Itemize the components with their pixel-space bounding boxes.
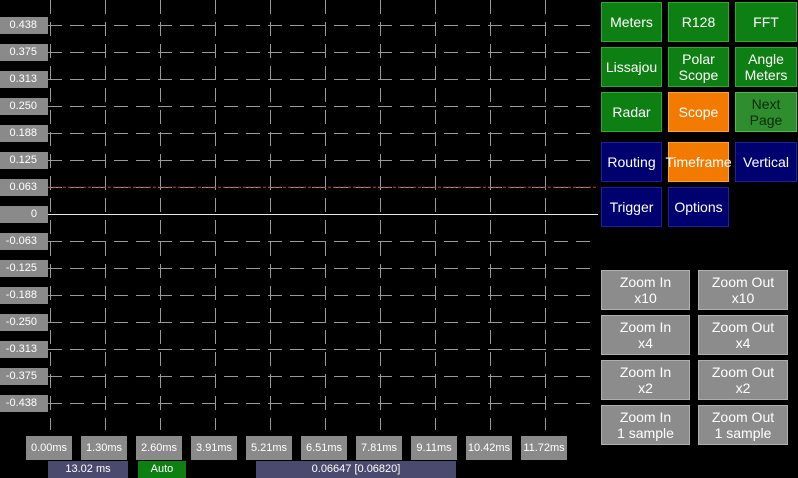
trigger-button[interactable]: Trigger [601,187,662,227]
zoom-in-x10-button[interactable]: Zoom In x10 [601,270,690,310]
angle-meters-button[interactable]: Angle Meters [735,47,797,87]
x-tick-label: 6.51ms [301,436,347,460]
scope-display[interactable] [0,0,600,478]
trigger-mode-badge[interactable]: Auto [138,461,186,478]
x-tick-label: 7.81ms [356,436,402,460]
trigger-value-readout: 0.06647 [0.06820] [256,461,456,478]
y-tick-label: 0 [0,206,48,223]
x-tick-label: 0.00ms [26,436,72,460]
x-tick-label: 11.72ms [521,436,567,460]
y-tick-label: 0.125 [0,152,48,169]
next-page-button[interactable]: Next Page [735,92,797,132]
routing-button[interactable]: Routing [601,142,662,182]
scope-button[interactable]: Scope [668,92,729,132]
y-tick-label: -0.063 [0,233,48,250]
zoom-out-x4-button[interactable]: Zoom Out x4 [698,315,788,355]
x-tick-label: 3.91ms [191,436,237,460]
y-tick-label: 0.375 [0,44,48,61]
lissajou-button[interactable]: Lissajou [601,47,662,87]
options-button[interactable]: Options [668,187,729,227]
x-tick-label: 1.30ms [81,436,127,460]
y-tick-label: -0.438 [0,395,48,412]
radar-button[interactable]: Radar [601,92,662,132]
y-tick-label: -0.313 [0,341,48,358]
y-tick-label: 0.188 [0,125,48,142]
y-tick-label: 0.438 [0,17,48,34]
x-tick-label: 5.21ms [246,436,292,460]
x-tick-label: 2.60ms [136,436,182,460]
polar-scope-button[interactable]: Polar Scope [668,47,729,87]
x-tick-label: 9.11ms [411,436,457,460]
y-tick-label: 0.250 [0,98,48,115]
zoom-out-x10-button[interactable]: Zoom Out x10 [698,270,788,310]
timespan-readout: 13.02 ms [48,461,128,478]
y-tick-label: -0.375 [0,368,48,385]
vertical-button[interactable]: Vertical [735,142,797,182]
fft-button[interactable]: FFT [735,2,797,42]
zoom-in-x2-button[interactable]: Zoom In x2 [601,360,690,400]
r128-button[interactable]: R128 [668,2,729,42]
y-tick-label: -0.125 [0,260,48,277]
y-tick-label: -0.250 [0,314,48,331]
zoom-out-x2-button[interactable]: Zoom Out x2 [698,360,788,400]
x-tick-label: 10.42ms [466,436,512,460]
zoom-in-x4-button[interactable]: Zoom In x4 [601,315,690,355]
zoom-out-1-sample-button[interactable]: Zoom Out 1 sample [698,405,788,445]
zoom-in-1-sample-button[interactable]: Zoom In 1 sample [601,405,690,445]
y-tick-label: 0.313 [0,71,48,88]
y-tick-label: -0.188 [0,287,48,304]
meters-button[interactable]: Meters [601,2,662,42]
y-tick-label: 0.063 [0,179,48,196]
timeframe-button[interactable]: Timeframe [665,142,732,182]
